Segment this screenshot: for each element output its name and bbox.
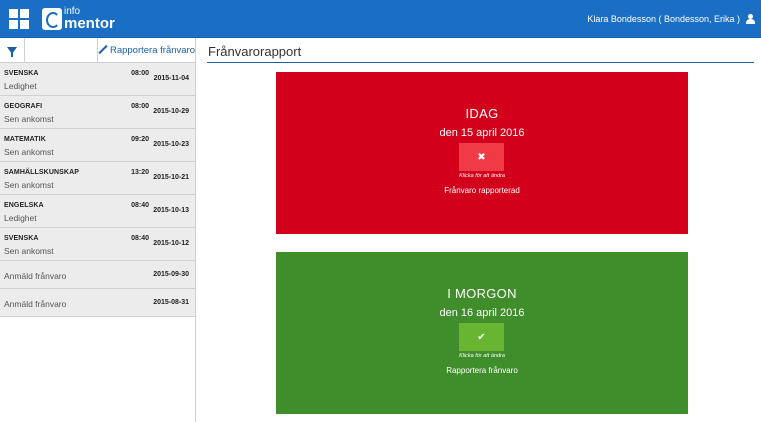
tomorrow-hint: Klicka för att ändra [459, 353, 505, 359]
item-subject: SAMHÄLLSKUNSKAP [4, 169, 79, 176]
item-reason: Sen ankomst [4, 246, 54, 256]
item-date: 2015-10-21 [153, 174, 189, 181]
today-card: IDAG den 15 april 2016 ✖ Klicka för att … [276, 72, 688, 234]
today-status: Frånvaro rapporterad [444, 186, 520, 195]
title-divider [207, 62, 754, 63]
infomentor-logo[interactable]: info mentor [42, 7, 115, 31]
sidebar-toolbar: Rapportera frånvaro [0, 38, 195, 63]
absence-list-item[interactable]: SVENSKA Sen ankomst 08:40 2015-10-12 [0, 228, 195, 261]
user-menu[interactable]: Klara Bondesson ( Bondesson, Erika ) [587, 0, 755, 38]
item-reason: Sen ankomst [4, 114, 54, 124]
item-time: 08:00 [131, 103, 149, 110]
tomorrow-date: den 16 april 2016 [439, 307, 525, 319]
top-bar: info mentor Klara Bondesson ( Bondesson,… [0, 0, 761, 38]
user-name: Klara Bondesson ( Bondesson, Erika ) [587, 14, 740, 24]
item-reason: Sen ankomst [4, 147, 54, 157]
item-date: 2015-08-31 [153, 299, 189, 306]
today-date: den 15 april 2016 [439, 127, 525, 139]
item-reason: Sen ankomst [4, 180, 54, 190]
item-subject: SVENSKA [4, 235, 39, 242]
item-time: 08:40 [131, 202, 149, 209]
item-time: 09:20 [131, 136, 149, 143]
today-heading: IDAG [465, 106, 499, 121]
absence-list-item[interactable]: MATEMATIK Sen ankomst 09:20 2015-10-23 [0, 129, 195, 162]
report-absence-label: Rapportera frånvaro [109, 44, 195, 56]
filter-button[interactable] [0, 38, 26, 63]
item-subject: MATEMATIK [4, 136, 46, 143]
tomorrow-status: Rapportera frånvaro [446, 366, 518, 375]
pencil-icon [98, 45, 108, 55]
filter-icon [7, 47, 18, 57]
check-icon: ✔ [477, 331, 486, 343]
item-time: 08:00 [131, 70, 149, 77]
logo-text: info mentor [64, 7, 115, 32]
close-icon: ✖ [477, 151, 486, 163]
tomorrow-toggle-button[interactable]: ✔ [459, 323, 504, 351]
absence-list-sidebar: Rapportera frånvaro SVENSKA Ledighet 08:… [0, 38, 196, 422]
item-time: 13:20 [131, 169, 149, 176]
user-icon [746, 14, 755, 24]
item-subject: SVENSKA [4, 70, 39, 77]
notice-list-item[interactable]: Anmäld frånvaro 2015-08-31 [0, 289, 195, 317]
logo-text-large: mentor [64, 15, 115, 32]
item-date: 2015-10-23 [153, 141, 189, 148]
item-reason: Ledighet [4, 213, 37, 223]
item-subject: ENGELSKA [4, 202, 44, 209]
absence-list-item[interactable]: GEOGRAFI Sen ankomst 08:00 2015-10-29 [0, 96, 195, 129]
absence-list-item[interactable]: SAMHÄLLSKUNSKAP Sen ankomst 13:20 2015-1… [0, 162, 195, 195]
tomorrow-card: I MORGON den 16 april 2016 ✔ Klicka för … [276, 252, 688, 414]
item-time: 08:40 [131, 235, 149, 242]
app-grid-icon[interactable] [9, 9, 29, 29]
item-date: 2015-09-30 [153, 271, 189, 278]
logo-mark-icon [42, 8, 62, 30]
item-reason: Anmäld frånvaro [4, 299, 67, 309]
page-title: Frånvarorapport [208, 44, 302, 59]
absence-list-item[interactable]: SVENSKA Ledighet 08:00 2015-11-04 [0, 63, 195, 96]
item-date: 2015-10-13 [153, 207, 189, 214]
toolbar-spacer [25, 38, 98, 62]
item-date: 2015-10-12 [153, 240, 189, 247]
item-reason: Anmäld frånvaro [4, 271, 67, 281]
today-hint: Klicka för att ändra [459, 173, 505, 179]
notice-list-item[interactable]: Anmäld frånvaro 2015-09-30 [0, 261, 195, 289]
report-absence-button[interactable]: Rapportera frånvaro [98, 38, 195, 62]
item-subject: GEOGRAFI [4, 103, 43, 110]
main-panel: Frånvarorapport IDAG den 15 april 2016 ✖… [196, 38, 761, 422]
item-date: 2015-11-04 [153, 75, 189, 82]
today-toggle-button[interactable]: ✖ [459, 143, 504, 171]
tomorrow-heading: I MORGON [447, 286, 517, 301]
item-reason: Ledighet [4, 81, 37, 91]
item-date: 2015-10-29 [153, 108, 189, 115]
absence-list-item[interactable]: ENGELSKA Ledighet 08:40 2015-10-13 [0, 195, 195, 228]
